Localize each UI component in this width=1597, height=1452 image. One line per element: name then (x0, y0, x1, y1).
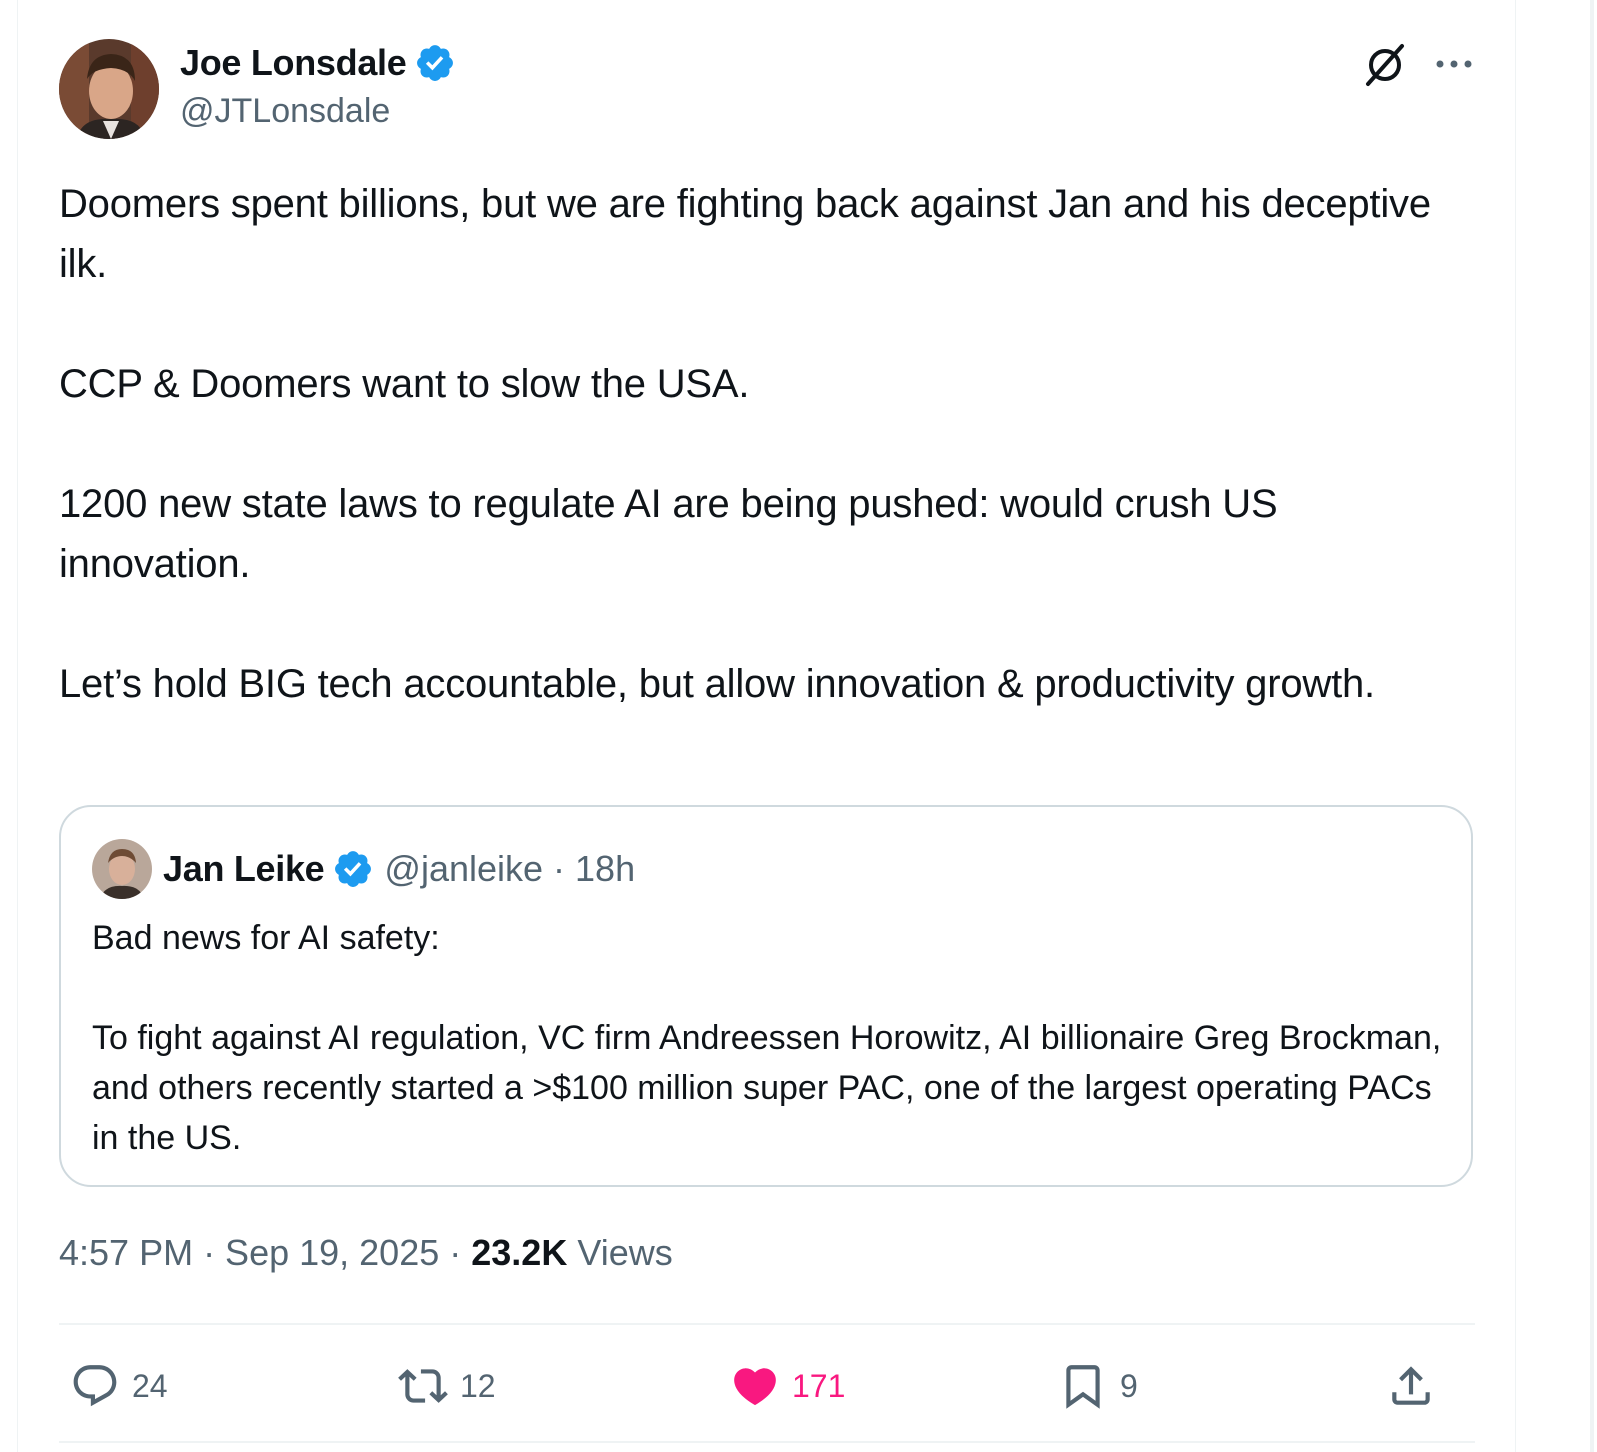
like-button[interactable]: 171 (730, 1358, 845, 1414)
reply-icon (73, 1365, 117, 1407)
sidebar-edge (1590, 0, 1594, 1452)
author-handle[interactable]: @JTLonsdale (180, 92, 390, 131)
divider (59, 1441, 1475, 1443)
verified-badge-icon (335, 851, 372, 887)
quoted-paragraph: To fight against AI regulation, VC firm … (92, 1019, 1442, 1157)
author-avatar[interactable] (59, 39, 159, 139)
views-label: Views (567, 1232, 673, 1273)
bookmark-button[interactable]: 9 (1058, 1358, 1138, 1414)
like-count: 171 (792, 1367, 846, 1404)
repost-icon (398, 1369, 448, 1403)
views-count: 23.2K (471, 1232, 568, 1273)
timestamp[interactable]: 4:57 PM · Sep 19, 2025 · (59, 1232, 471, 1273)
quoted-paragraph: Bad news for AI safety: (92, 919, 440, 957)
quoted-author-name[interactable]: Jan Leike (163, 848, 325, 890)
reply-button[interactable]: 24 (70, 1358, 168, 1414)
column-right-border (1515, 0, 1516, 1452)
share-icon (1392, 1366, 1430, 1405)
quoted-author-avatar[interactable] (92, 839, 152, 899)
verified-badge-icon (417, 45, 454, 81)
quoted-handle-time: @janleike · 18h (384, 848, 636, 889)
reply-count: 24 (132, 1367, 168, 1404)
tweet-paragraph: Let’s hold BIG tech accountable, but all… (59, 662, 1375, 706)
tweet-text: Doomers spent billions, but we are fight… (59, 174, 1479, 714)
column-left-border (17, 0, 18, 1452)
repost-count: 12 (460, 1367, 496, 1404)
grok-icon[interactable] (1362, 42, 1408, 88)
author-name[interactable]: Joe Lonsdale (180, 42, 407, 84)
tweet-paragraph: Doomers spent billions, but we are fight… (59, 182, 1431, 286)
repost-button[interactable]: 12 (398, 1358, 496, 1414)
bookmark-icon (1066, 1365, 1100, 1409)
quoted-text: Bad news for AI safety: To fight against… (92, 913, 1452, 1163)
share-button[interactable] (1386, 1358, 1448, 1414)
quoted-header: Jan Leike @janleike · 18h (163, 845, 635, 893)
tweet-paragraph: CCP & Doomers want to slow the USA. (59, 362, 750, 406)
timestamp-views: 4:57 PM · Sep 19, 2025 · 23.2K Views (59, 1232, 673, 1274)
tweet-paragraph: 1200 new state laws to regulate AI are b… (59, 482, 1278, 586)
bookmark-count: 9 (1120, 1367, 1138, 1404)
heart-icon (734, 1368, 776, 1406)
quoted-tweet-card[interactable]: Jan Leike @janleike · 18h Bad news for A… (59, 805, 1473, 1187)
more-icon[interactable] (1432, 48, 1476, 80)
divider (59, 1323, 1475, 1325)
author-name-row: Joe Lonsdale (180, 40, 456, 86)
